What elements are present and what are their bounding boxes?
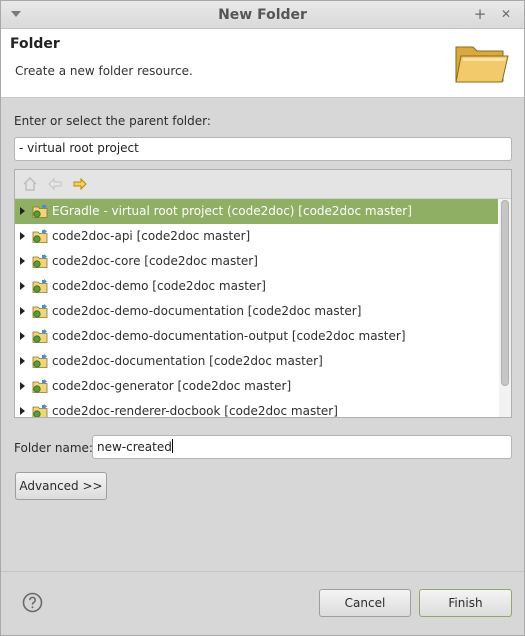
tree-item-label: code2doc-core [code2doc master] bbox=[52, 254, 258, 268]
tree-item[interactable]: code2doc-renderer-docbook [code2doc mast… bbox=[15, 399, 498, 417]
expand-arrow-icon[interactable] bbox=[20, 307, 25, 315]
tree-toolbar bbox=[15, 170, 511, 199]
expand-arrow-icon[interactable] bbox=[20, 332, 25, 340]
dialog-header: Folder Create a new folder resource. bbox=[1, 29, 524, 98]
parent-folder-input[interactable]: - virtual root project bbox=[14, 137, 512, 161]
tree-item-label: code2doc-api [code2doc master] bbox=[52, 229, 251, 243]
cancel-button[interactable]: Cancel bbox=[319, 589, 411, 617]
tree-item[interactable]: EGradle - virtual root project (code2doc… bbox=[15, 199, 498, 224]
gradle-project-icon bbox=[32, 203, 49, 220]
tree-item-label: code2doc-generator [code2doc master] bbox=[52, 379, 292, 393]
tree-item[interactable]: code2doc-documentation [code2doc master] bbox=[15, 349, 498, 374]
folder-tree: EGradle - virtual root project (code2doc… bbox=[15, 199, 498, 417]
tree-item-label: code2doc-demo [code2doc master] bbox=[52, 279, 266, 293]
gradle-project-icon bbox=[32, 353, 49, 370]
expand-arrow-icon[interactable] bbox=[20, 282, 25, 290]
text-caret bbox=[171, 439, 173, 453]
forward-arrow-icon[interactable] bbox=[72, 176, 88, 192]
home-icon[interactable] bbox=[22, 176, 38, 192]
tree-item[interactable]: code2doc-core [code2doc master] bbox=[15, 249, 498, 274]
expand-arrow-icon[interactable] bbox=[20, 357, 25, 365]
gradle-project-icon bbox=[32, 403, 49, 417]
parent-folder-label: Enter or select the parent folder: bbox=[14, 114, 211, 128]
tree-item-label: code2doc-demo-documentation [code2doc ma… bbox=[52, 304, 362, 318]
folder-open-icon bbox=[455, 46, 509, 83]
finish-button[interactable]: Finish bbox=[419, 589, 512, 617]
back-arrow-icon[interactable] bbox=[47, 176, 63, 192]
tree-item[interactable]: code2doc-demo-documentation-output [code… bbox=[15, 324, 498, 349]
tree-item[interactable]: code2doc-api [code2doc master] bbox=[15, 224, 498, 249]
new-folder-dialog: New Folder + ✕ Folder Create a new folde… bbox=[0, 0, 525, 636]
gradle-project-icon bbox=[32, 303, 49, 320]
expand-arrow-icon[interactable] bbox=[20, 257, 25, 265]
gradle-project-icon bbox=[32, 278, 49, 295]
tree-item-label: code2doc-demo-documentation-output [code… bbox=[52, 329, 406, 343]
help-icon[interactable] bbox=[22, 592, 43, 613]
header-title: Folder bbox=[10, 36, 60, 52]
gradle-project-icon bbox=[32, 228, 49, 245]
tree-item[interactable]: code2doc-demo-documentation [code2doc ma… bbox=[15, 299, 498, 324]
expand-arrow-icon[interactable] bbox=[20, 207, 25, 215]
expand-arrow-icon[interactable] bbox=[20, 232, 25, 240]
tree-scrollbar[interactable] bbox=[499, 199, 511, 417]
tree-item-label: code2doc-renderer-docbook [code2doc mast… bbox=[52, 404, 338, 417]
close-icon[interactable]: ✕ bbox=[498, 6, 514, 22]
expand-arrow-icon[interactable] bbox=[20, 382, 25, 390]
expand-arrow-icon[interactable] bbox=[20, 407, 25, 415]
button-bar-separator bbox=[1, 571, 524, 572]
folder-name-label: Folder name: bbox=[14, 441, 93, 455]
maximize-icon[interactable]: + bbox=[472, 6, 488, 22]
gradle-project-icon bbox=[32, 253, 49, 270]
folder-name-input[interactable]: new-created bbox=[92, 435, 512, 459]
advanced-button[interactable]: Advanced >> bbox=[15, 472, 107, 500]
tree-item[interactable]: code2doc-generator [code2doc master] bbox=[15, 374, 498, 399]
scrollbar-thumb[interactable] bbox=[501, 200, 509, 386]
folder-name-value: new-created bbox=[97, 440, 172, 454]
gradle-project-icon bbox=[32, 328, 49, 345]
header-subtitle: Create a new folder resource. bbox=[15, 64, 193, 78]
folder-tree-panel: EGradle - virtual root project (code2doc… bbox=[14, 169, 512, 418]
tree-item[interactable]: code2doc-demo [code2doc master] bbox=[15, 274, 498, 299]
title-bar: New Folder + ✕ bbox=[1, 1, 524, 29]
window-title: New Folder bbox=[218, 7, 307, 23]
tree-item-label: code2doc-documentation [code2doc master] bbox=[52, 354, 323, 368]
tree-item-label: EGradle - virtual root project (code2doc… bbox=[52, 204, 412, 218]
gradle-project-icon bbox=[32, 378, 49, 395]
